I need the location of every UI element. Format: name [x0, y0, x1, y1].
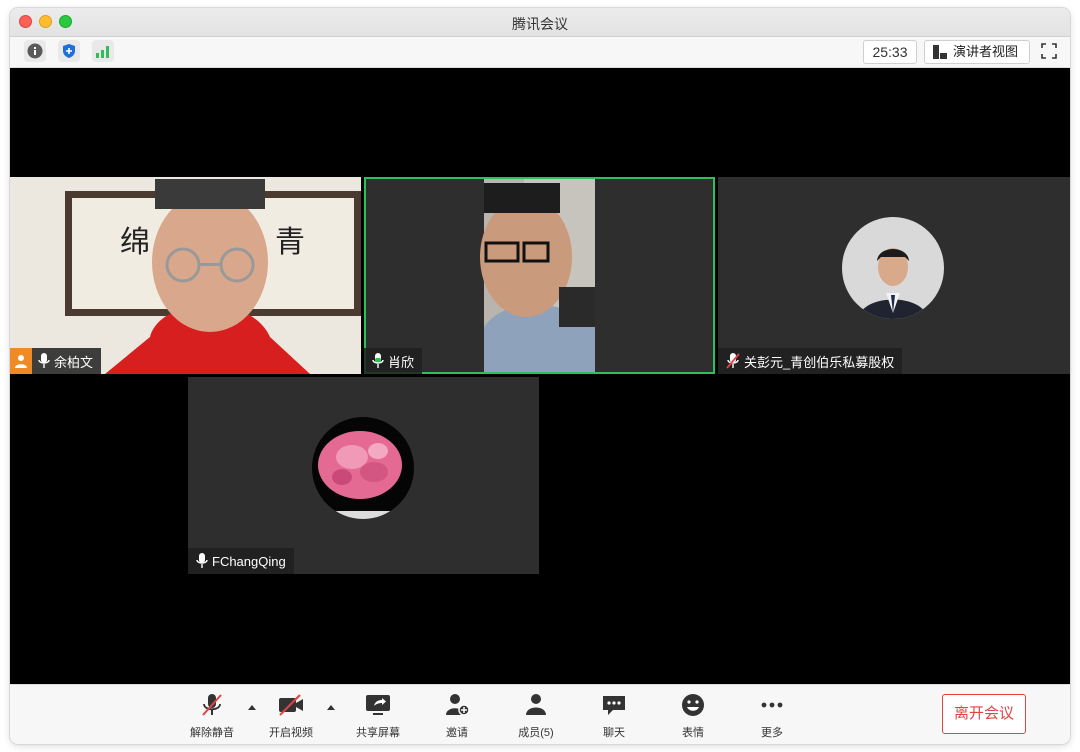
security-button[interactable] [58, 40, 80, 62]
calligraphy-left-char: 绵 [120, 225, 150, 260]
participant-namebar: FChangQing [188, 548, 294, 574]
title-bar: 腾讯会议 [10, 8, 1070, 37]
camera-off-icon [279, 694, 303, 716]
add-person-icon [446, 694, 470, 716]
meeting-window: 腾讯会议 25:33 演讲者视图 绵 青 余柏文 肖欣 关彭元_青创伯乐私募股权… [10, 8, 1070, 744]
video-tile-participant[interactable]: 关彭元_青创伯乐私募股权 [718, 177, 1070, 374]
info-icon [27, 43, 43, 59]
meeting-timer: 25:33 [863, 40, 917, 64]
share-screen-label: 共享屏幕 [356, 727, 400, 739]
participant-video-feed [10, 177, 361, 374]
network-signal-button[interactable] [92, 40, 114, 62]
unmute-button[interactable]: 解除静音 [182, 691, 242, 741]
reactions-label: 表情 [682, 727, 704, 739]
bottom-control-bar: 解除静音 开启视频 共享屏幕 邀请 成员(5) 聊天 表情 更多 离开会议 [10, 684, 1070, 744]
video-tile-host[interactable]: 绵 青 余柏文 [10, 177, 361, 374]
participant-namebar: 余柏文 [10, 348, 102, 374]
share-screen-button[interactable]: 共享屏幕 [348, 691, 408, 741]
host-badge [10, 348, 32, 374]
participant-name: 关彭元_青创伯乐私募股权 [744, 354, 895, 370]
invite-label: 邀请 [446, 727, 468, 739]
more-dots-icon [761, 702, 783, 708]
fullscreen-button[interactable] [1038, 40, 1060, 62]
mic-muted-icon [726, 353, 740, 369]
top-toolbar: 25:33 演讲者视图 [10, 37, 1070, 68]
reactions-button[interactable]: 表情 [663, 691, 723, 741]
participant-video-feed [480, 179, 595, 372]
start-video-label: 开启视频 [269, 727, 313, 739]
video-tile-participant[interactable]: FChangQing [188, 377, 539, 574]
participant-name: 余柏文 [54, 354, 94, 370]
members-label: 成员(5) [518, 727, 554, 739]
presenter-view-label: 演讲者视图 [953, 44, 1019, 59]
meeting-info-button[interactable] [24, 40, 46, 62]
participant-name: FChangQing [212, 553, 286, 569]
video-tile-active-speaker[interactable]: 肖欣 [364, 177, 715, 374]
more-label: 更多 [761, 727, 783, 739]
shield-icon [63, 44, 75, 58]
participant-avatar [312, 417, 414, 519]
members-icon [526, 694, 546, 715]
layout-icon [933, 45, 947, 59]
window-title: 腾讯会议 [512, 16, 568, 32]
members-button[interactable]: 成员(5) [506, 691, 566, 741]
chat-icon [603, 696, 625, 715]
participant-namebar: 肖欣 [364, 348, 423, 374]
chat-label: 聊天 [603, 727, 625, 739]
host-person-icon [15, 355, 27, 368]
invite-button[interactable]: 邀请 [427, 691, 487, 741]
video-options-caret[interactable] [327, 705, 335, 710]
start-video-button[interactable]: 开启视频 [261, 691, 321, 741]
mic-active-icon [372, 353, 384, 368]
unmute-label: 解除静音 [190, 727, 234, 739]
audio-options-caret[interactable] [248, 705, 256, 710]
calligraphy-right-char: 青 [275, 225, 305, 260]
participant-name: 肖欣 [388, 354, 415, 370]
smiley-icon [682, 694, 704, 716]
more-button[interactable]: 更多 [742, 691, 802, 741]
mic-muted-icon [202, 694, 222, 716]
share-screen-icon [366, 695, 390, 715]
participant-namebar: 关彭元_青创伯乐私募股权 [718, 348, 903, 374]
mic-on-icon [196, 553, 208, 568]
video-stage: 绵 青 余柏文 肖欣 关彭元_青创伯乐私募股权 FChangQing [10, 68, 1070, 684]
mic-on-icon [38, 353, 50, 368]
fullscreen-icon [1041, 43, 1057, 59]
presenter-view-button[interactable]: 演讲者视图 [924, 40, 1030, 64]
leave-meeting-button[interactable]: 离开会议 [942, 694, 1026, 734]
participant-avatar [842, 217, 944, 319]
signal-strength-icon [96, 46, 109, 58]
chat-button[interactable]: 聊天 [584, 691, 644, 741]
